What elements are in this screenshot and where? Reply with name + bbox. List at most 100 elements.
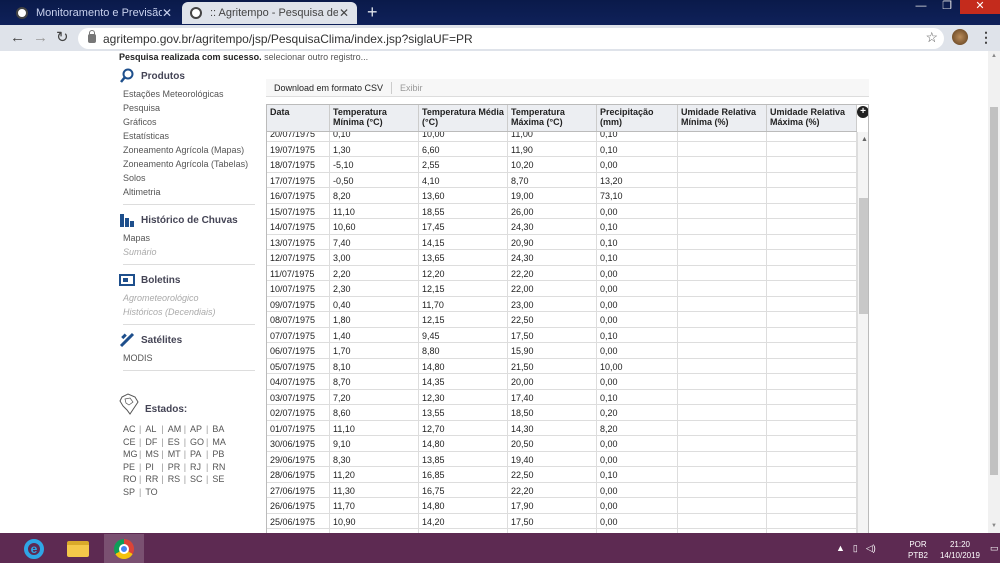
sidebar-item-mapas[interactable]: Mapas (119, 231, 255, 245)
separator: | (161, 461, 164, 472)
scroll-up-icon[interactable]: ▲ (861, 136, 868, 143)
reload-icon[interactable]: ↻ (56, 29, 69, 47)
column-header[interactable]: Temperatura Mínima (°C) (330, 105, 419, 131)
state-link[interactable]: DF (145, 436, 159, 449)
table-cell: 4,10 (419, 172, 508, 187)
column-header[interactable]: Precipitação (mm) (597, 105, 678, 131)
state-link[interactable]: RO (123, 473, 137, 486)
state-link[interactable]: RS (168, 473, 182, 486)
bookmark-star-icon[interactable]: ☆ (925, 29, 938, 46)
sidebar-item-solos[interactable]: Solos (119, 171, 255, 185)
language-indicator[interactable]: POR PTB2 (908, 539, 928, 561)
table-cell: 11,20 (330, 467, 419, 482)
state-link[interactable]: SC (190, 473, 204, 486)
table-cell (767, 265, 857, 280)
column-header[interactable]: Data (267, 105, 330, 131)
sidebar-item-modis[interactable]: MODIS (119, 351, 255, 365)
table-cell (678, 157, 767, 172)
state-link[interactable]: PR (168, 461, 182, 474)
state-link[interactable]: ES (168, 436, 182, 449)
sidebar-item-zoneamento-mapas[interactable]: Zoneamento Agrícola (Mapas) (119, 143, 255, 157)
select-another-link[interactable]: selecionar outro registro... (264, 52, 368, 62)
state-link[interactable]: GO (190, 436, 204, 449)
state-link[interactable]: MS (145, 448, 159, 461)
file-explorer-button[interactable] (58, 534, 98, 563)
state-link[interactable]: AC (123, 423, 137, 436)
download-csv-button[interactable]: Download em formato CSV (266, 83, 391, 93)
table-row: 08/07/1975 1,80 12,15 22,50 0,00 (267, 312, 857, 328)
address-bar[interactable]: agritempo.gov.br/agritempo/jsp/PesquisaC… (78, 28, 944, 49)
close-window-icon[interactable]: ✕ (960, 0, 1000, 14)
state-link[interactable]: MT (168, 448, 182, 461)
state-link[interactable]: MG (123, 448, 138, 461)
column-header[interactable]: Temperatura Média (°C) (419, 105, 508, 131)
state-link[interactable]: RN (212, 461, 226, 474)
chevron-up-icon[interactable]: ▲ (836, 543, 845, 553)
speaker-icon[interactable]: ◁) (866, 543, 876, 554)
state-link[interactable]: PA (190, 448, 204, 461)
profile-avatar[interactable] (952, 29, 968, 45)
state-link[interactable]: TO (145, 486, 159, 499)
state-link[interactable]: RJ (190, 461, 204, 474)
minimize-icon[interactable]: — (908, 0, 934, 14)
table-cell: 09/07/1975 (267, 296, 330, 311)
state-link[interactable]: PB (212, 448, 226, 461)
back-arrow-icon[interactable]: ← (10, 29, 25, 47)
network-icon[interactable]: ▯ (853, 543, 858, 554)
new-tab-button[interactable]: + (367, 2, 378, 22)
tab-agritempo[interactable]: :: Agritempo - Pesquisa de dado ✕ (182, 2, 357, 24)
exibir-button[interactable]: Exibir (392, 83, 431, 93)
state-link[interactable]: PE (123, 461, 137, 474)
notification-icon[interactable]: ▭ (990, 543, 999, 554)
table-cell: 19/07/1975 (267, 141, 330, 156)
state-link[interactable]: BA (212, 423, 226, 436)
state-link[interactable]: AP (190, 423, 204, 436)
table-scrollbar[interactable]: ▲ (857, 132, 868, 533)
table-cell: 01/07/1975 (267, 420, 330, 435)
scroll-thumb[interactable] (859, 198, 868, 314)
state-link[interactable]: SE (212, 473, 226, 486)
sidebar-item-pesquisa[interactable]: Pesquisa (119, 101, 255, 115)
state-link[interactable]: MA (212, 436, 226, 449)
page-scrollbar[interactable]: ▲ ▼ (988, 51, 1000, 533)
scroll-down-icon[interactable]: ▼ (991, 523, 997, 529)
table-cell: 02/07/1975 (267, 405, 330, 420)
clock[interactable]: 21:20 14/10/2019 (935, 539, 985, 561)
expand-plus-icon[interactable]: + (857, 106, 868, 118)
forward-arrow-icon[interactable]: → (33, 29, 48, 47)
state-link[interactable]: PI (145, 461, 159, 474)
sidebar-item-estacoes[interactable]: Estações Meteorológicas (119, 87, 255, 101)
state-link[interactable]: AL (145, 423, 159, 436)
close-tab-icon[interactable]: ✕ (162, 6, 172, 20)
table-cell: 12,15 (419, 312, 508, 327)
separator: | (139, 424, 142, 434)
sidebar-item-graficos[interactable]: Gráficos (119, 115, 255, 129)
table-cell: 0,00 (597, 482, 678, 497)
table-cell: 2,20 (330, 265, 419, 280)
menu-dots-icon[interactable]: ⋮ (979, 28, 993, 46)
close-tab-icon[interactable]: ✕ (339, 6, 349, 20)
column-header[interactable]: Umidade Relativa Mínima (%) (678, 105, 767, 131)
table-cell (678, 451, 767, 466)
table-cell: 16,75 (419, 482, 508, 497)
scroll-up-icon[interactable]: ▲ (991, 53, 997, 59)
table-cell: 1,70 (330, 343, 419, 358)
ie-button[interactable]: e (14, 534, 54, 563)
tab-monitoramento[interactable]: Monitoramento e Previsão - Bras ✕ (8, 2, 180, 24)
state-link[interactable]: AM (168, 423, 182, 436)
column-header[interactable]: Umidade Relativa Máxima (%) (767, 105, 857, 131)
state-link[interactable]: CE (123, 436, 137, 449)
sidebar-item-zoneamento-tabelas[interactable]: Zoneamento Agrícola (Tabelas) (119, 157, 255, 171)
table-cell: 18,50 (508, 405, 597, 420)
sidebar-item-altimetria[interactable]: Altimetria (119, 185, 255, 199)
table-cell: 7,40 (330, 234, 419, 249)
separator: | (183, 424, 187, 434)
state-link[interactable]: SP (123, 486, 137, 499)
restore-icon[interactable]: ❐ (934, 0, 960, 14)
state-link[interactable]: RR (145, 473, 159, 486)
table-cell (767, 482, 857, 497)
scroll-thumb[interactable] (990, 107, 998, 475)
chrome-button[interactable] (104, 534, 144, 563)
column-header[interactable]: Temperatura Máxima (°C) (508, 105, 597, 131)
sidebar-item-estatisticas[interactable]: Estatísticas (119, 129, 255, 143)
